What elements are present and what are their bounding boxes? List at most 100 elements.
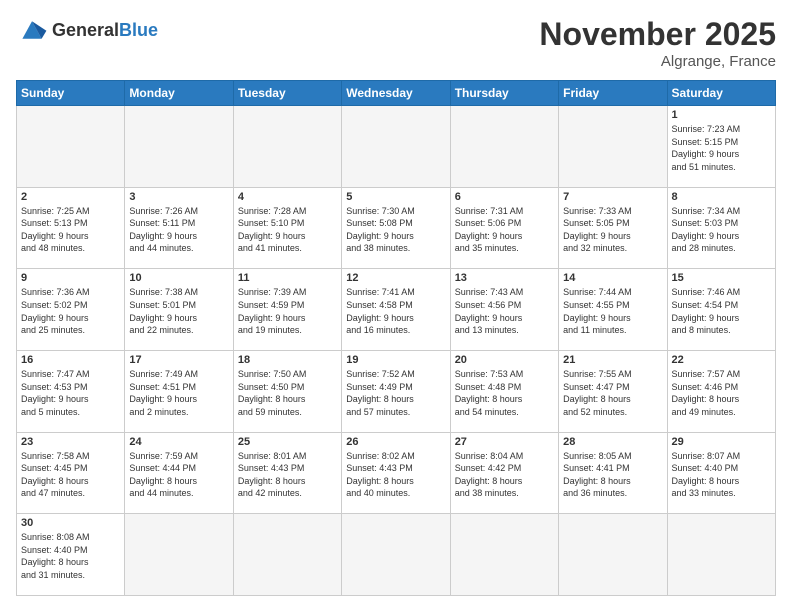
day-number: 12 (346, 272, 445, 284)
table-row: 27Sunrise: 8:04 AM Sunset: 4:42 PM Dayli… (450, 432, 558, 514)
table-row: 12 Sunrise: 7:41 AM Sunset: 4:58 PM Dayli… (342, 269, 450, 351)
calendar-week-row: 30Sunrise: 8:08 AM Sunset: 4:40 PM Dayli… (17, 514, 776, 596)
table-row: 5 Sunrise: 7:30 AM Sunset: 5:08 PM Daylig… (342, 187, 450, 269)
table-row: 24Sunrise: 7:59 AM Sunset: 4:44 PM Dayli… (125, 432, 233, 514)
table-row: 6Sunrise: 7:31 AM Sunset: 5:06 PM Daylig… (450, 187, 558, 269)
day-number: 27 (455, 436, 554, 448)
table-row: 2 Sunrise: 7:25 AM Sunset: 5:13 PM Daylig… (17, 187, 125, 269)
logo: GeneralBlue (16, 16, 158, 44)
logo-general: General (52, 20, 119, 40)
table-row: 20 Sunrise: 7:53 AM Sunset: 4:48 PM Dayli… (450, 350, 558, 432)
col-wednesday: Wednesday (342, 81, 450, 106)
table-row: 19Sunrise: 7:52 AM Sunset: 4:49 PM Dayli… (342, 350, 450, 432)
day-info: Sunrise: 8:07 AM Sunset: 4:40 PM Dayligh… (672, 450, 771, 500)
day-number: 2 (21, 191, 120, 203)
day-info: Sunrise: 7:55 AM Sunset: 4:47 PM Dayligh… (563, 368, 662, 418)
logo-blue-text: Blue (119, 20, 158, 40)
table-row (450, 106, 558, 188)
day-info: Sunrise: 7:52 AM Sunset: 4:49 PM Dayligh… (346, 368, 445, 418)
table-row (233, 514, 341, 596)
table-row: 22Sunrise: 7:57 AM Sunset: 4:46 PM Dayli… (667, 350, 775, 432)
day-number: 15 (672, 272, 771, 284)
day-info: Sunrise: 7:26 AM Sunset: 5:11 PM Dayligh… (129, 205, 228, 255)
col-monday: Monday (125, 81, 233, 106)
day-info: Sunrise: 7:28 AM Sunset: 5:10 PM Dayligh… (238, 205, 337, 255)
day-info: Sunrise: 7:39 AM Sunset: 4:59 PM Dayligh… (238, 286, 337, 336)
day-number: 5 (346, 191, 445, 203)
table-row: 15Sunrise: 7:46 AM Sunset: 4:54 PM Dayli… (667, 269, 775, 351)
table-row: 11Sunrise: 7:39 AM Sunset: 4:59 PM Dayli… (233, 269, 341, 351)
table-row (342, 106, 450, 188)
day-info: Sunrise: 7:36 AM Sunset: 5:02 PM Dayligh… (21, 286, 120, 336)
day-info: Sunrise: 7:50 AM Sunset: 4:50 PM Dayligh… (238, 368, 337, 418)
header: GeneralBlue November 2025 Algrange, Fran… (16, 16, 776, 70)
day-number: 26 (346, 436, 445, 448)
table-row (559, 514, 667, 596)
table-row: 9 Sunrise: 7:36 AM Sunset: 5:02 PM Daylig… (17, 269, 125, 351)
table-row (125, 106, 233, 188)
table-row: 21 Sunrise: 7:55 AM Sunset: 4:47 PM Dayli… (559, 350, 667, 432)
col-friday: Friday (559, 81, 667, 106)
table-row: 10 Sunrise: 7:38 AM Sunset: 5:01 PM Dayli… (125, 269, 233, 351)
day-info: Sunrise: 7:49 AM Sunset: 4:51 PM Dayligh… (129, 368, 228, 418)
col-saturday: Saturday (667, 81, 775, 106)
day-info: Sunrise: 7:44 AM Sunset: 4:55 PM Dayligh… (563, 286, 662, 336)
page: GeneralBlue November 2025 Algrange, Fran… (0, 0, 792, 612)
day-number: 4 (238, 191, 337, 203)
day-info: Sunrise: 7:23 AM Sunset: 5:15 PM Dayligh… (672, 123, 771, 173)
table-row: 26 Sunrise: 8:02 AM Sunset: 4:43 PM Dayli… (342, 432, 450, 514)
table-row (559, 106, 667, 188)
calendar-week-row: 23Sunrise: 7:58 AM Sunset: 4:45 PM Dayli… (17, 432, 776, 514)
table-row: 23Sunrise: 7:58 AM Sunset: 4:45 PM Dayli… (17, 432, 125, 514)
logo-icon (16, 16, 48, 44)
day-info: Sunrise: 7:34 AM Sunset: 5:03 PM Dayligh… (672, 205, 771, 255)
table-row: 3Sunrise: 7:26 AM Sunset: 5:11 PM Daylig… (125, 187, 233, 269)
day-info: Sunrise: 7:59 AM Sunset: 4:44 PM Dayligh… (129, 450, 228, 500)
day-number: 17 (129, 354, 228, 366)
table-row (667, 514, 775, 596)
table-row: 18 Sunrise: 7:50 AM Sunset: 4:50 PM Dayli… (233, 350, 341, 432)
day-number: 30 (21, 517, 120, 529)
col-thursday: Thursday (450, 81, 558, 106)
day-info: Sunrise: 7:58 AM Sunset: 4:45 PM Dayligh… (21, 450, 120, 500)
day-number: 18 (238, 354, 337, 366)
day-number: 29 (672, 436, 771, 448)
location: Algrange, France (539, 53, 776, 70)
month-title: November 2025 (539, 16, 776, 53)
day-info: Sunrise: 7:25 AM Sunset: 5:13 PM Dayligh… (21, 205, 120, 255)
day-number: 25 (238, 436, 337, 448)
table-row (450, 514, 558, 596)
day-info: Sunrise: 7:33 AM Sunset: 5:05 PM Dayligh… (563, 205, 662, 255)
day-info: Sunrise: 7:53 AM Sunset: 4:48 PM Dayligh… (455, 368, 554, 418)
table-row (125, 514, 233, 596)
table-row: 14Sunrise: 7:44 AM Sunset: 4:55 PM Dayli… (559, 269, 667, 351)
day-info: Sunrise: 8:02 AM Sunset: 4:43 PM Dayligh… (346, 450, 445, 500)
calendar-week-row: 1 Sunrise: 7:23 AM Sunset: 5:15 PM Daylig… (17, 106, 776, 188)
calendar-header-row: Sunday Monday Tuesday Wednesday Thursday… (17, 81, 776, 106)
day-number: 28 (563, 436, 662, 448)
day-info: Sunrise: 7:30 AM Sunset: 5:08 PM Dayligh… (346, 205, 445, 255)
day-info: Sunrise: 7:41 AM Sunset: 4:58 PM Dayligh… (346, 286, 445, 336)
day-number: 20 (455, 354, 554, 366)
day-number: 1 (672, 109, 771, 121)
day-number: 13 (455, 272, 554, 284)
day-info: Sunrise: 7:43 AM Sunset: 4:56 PM Dayligh… (455, 286, 554, 336)
table-row: 16Sunrise: 7:47 AM Sunset: 4:53 PM Dayli… (17, 350, 125, 432)
day-info: Sunrise: 7:38 AM Sunset: 5:01 PM Dayligh… (129, 286, 228, 336)
day-number: 10 (129, 272, 228, 284)
day-number: 7 (563, 191, 662, 203)
table-row (17, 106, 125, 188)
day-number: 9 (21, 272, 120, 284)
table-row: 7 Sunrise: 7:33 AM Sunset: 5:05 PM Daylig… (559, 187, 667, 269)
col-sunday: Sunday (17, 81, 125, 106)
table-row (233, 106, 341, 188)
calendar-week-row: 16Sunrise: 7:47 AM Sunset: 4:53 PM Dayli… (17, 350, 776, 432)
day-info: Sunrise: 7:57 AM Sunset: 4:46 PM Dayligh… (672, 368, 771, 418)
title-block: November 2025 Algrange, France (539, 16, 776, 70)
day-number: 16 (21, 354, 120, 366)
table-row (342, 514, 450, 596)
calendar-week-row: 9 Sunrise: 7:36 AM Sunset: 5:02 PM Daylig… (17, 269, 776, 351)
table-row: 29 Sunrise: 8:07 AM Sunset: 4:40 PM Dayli… (667, 432, 775, 514)
day-number: 21 (563, 354, 662, 366)
day-info: Sunrise: 7:31 AM Sunset: 5:06 PM Dayligh… (455, 205, 554, 255)
